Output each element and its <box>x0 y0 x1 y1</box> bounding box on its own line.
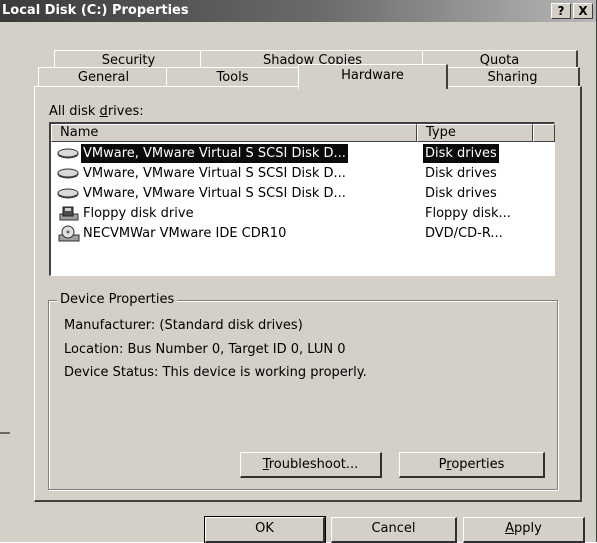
tab-quota-label: Quota <box>479 53 520 68</box>
help-button[interactable]: ? <box>551 3 571 19</box>
device-status-text: Device Status: This device is working pr… <box>64 365 367 380</box>
window-title: Local Disk (C:) Properties <box>2 3 189 18</box>
list-item-name: VMware, VMware Virtual S SCSI Disk D... <box>81 144 348 163</box>
close-button[interactable]: X <box>573 3 593 19</box>
tab-hardware-label: Hardware <box>341 68 404 83</box>
help-icon: ? <box>557 4 565 18</box>
close-icon: X <box>578 4 588 18</box>
tab-sharing-label: Sharing <box>487 70 538 85</box>
list-item-type: Disk drives <box>423 144 499 163</box>
tab-security-label: Security <box>101 53 156 68</box>
device-properties-legend: Device Properties <box>57 292 178 307</box>
window-edge-divider <box>0 432 10 434</box>
list-item-name: VMware, VMware Virtual S SCSI Disk D... <box>83 186 346 201</box>
list-item[interactable]: VMware, VMware Virtual S SCSI Disk D... … <box>55 144 553 163</box>
list-item-name: Floppy disk drive <box>83 206 194 221</box>
tab-general-label: General <box>77 70 130 85</box>
column-header-type[interactable]: Type <box>417 124 533 142</box>
list-item-type: Disk drives <box>425 186 497 201</box>
list-item[interactable]: VMware, VMware Virtual S SCSI Disk D... … <box>55 184 553 203</box>
tab-general[interactable]: General <box>38 67 170 87</box>
tab-tools[interactable]: Tools <box>166 67 300 87</box>
disk-drives-list[interactable]: Name Type VMware, VMware Virtual S SCSI … <box>49 122 555 276</box>
hard-disk-icon <box>57 148 79 159</box>
title-bar[interactable]: Local Disk (C:) Properties ? X <box>0 0 596 22</box>
all-disk-drives-label: All disk drives: <box>49 104 144 119</box>
tab-hardware[interactable]: Hardware <box>298 64 448 89</box>
troubleshoot-button[interactable]: Troubleshoot... <box>240 452 382 478</box>
list-item-type: Disk drives <box>425 166 497 181</box>
hard-disk-icon <box>57 188 79 199</box>
floppy-drive-icon <box>59 206 79 221</box>
column-header-spacer <box>533 124 555 142</box>
list-item[interactable]: NECVMWar VMware IDE CDR10 DVD/CD-R... <box>55 224 553 243</box>
list-item-name: NECVMWar VMware IDE CDR10 <box>83 226 287 241</box>
tab-sharing[interactable]: Sharing <box>446 67 580 87</box>
cd-drive-icon <box>58 225 80 242</box>
list-item-name: VMware, VMware Virtual S SCSI Disk D... <box>83 166 346 181</box>
apply-button[interactable]: Apply <box>463 517 585 543</box>
properties-button[interactable]: Properties <box>399 452 545 478</box>
ok-button[interactable]: OK <box>204 516 326 543</box>
list-item[interactable]: VMware, VMware Virtual S SCSI Disk D... … <box>55 164 553 183</box>
list-item-type: DVD/CD-R... <box>425 226 503 241</box>
list-item[interactable]: Floppy disk drive Floppy disk... <box>55 204 553 223</box>
properties-window: Local Disk (C:) Properties ? X Security … <box>0 0 597 543</box>
hard-disk-icon <box>57 168 79 179</box>
cancel-button[interactable]: Cancel <box>331 517 457 543</box>
manufacturer-text: Manufacturer: (Standard disk drives) <box>64 318 303 333</box>
tab-tools-label: Tools <box>216 70 249 85</box>
location-text: Location: Bus Number 0, Target ID 0, LUN… <box>64 342 346 357</box>
list-item-type: Floppy disk... <box>425 206 511 221</box>
column-header-name[interactable]: Name <box>51 124 417 142</box>
